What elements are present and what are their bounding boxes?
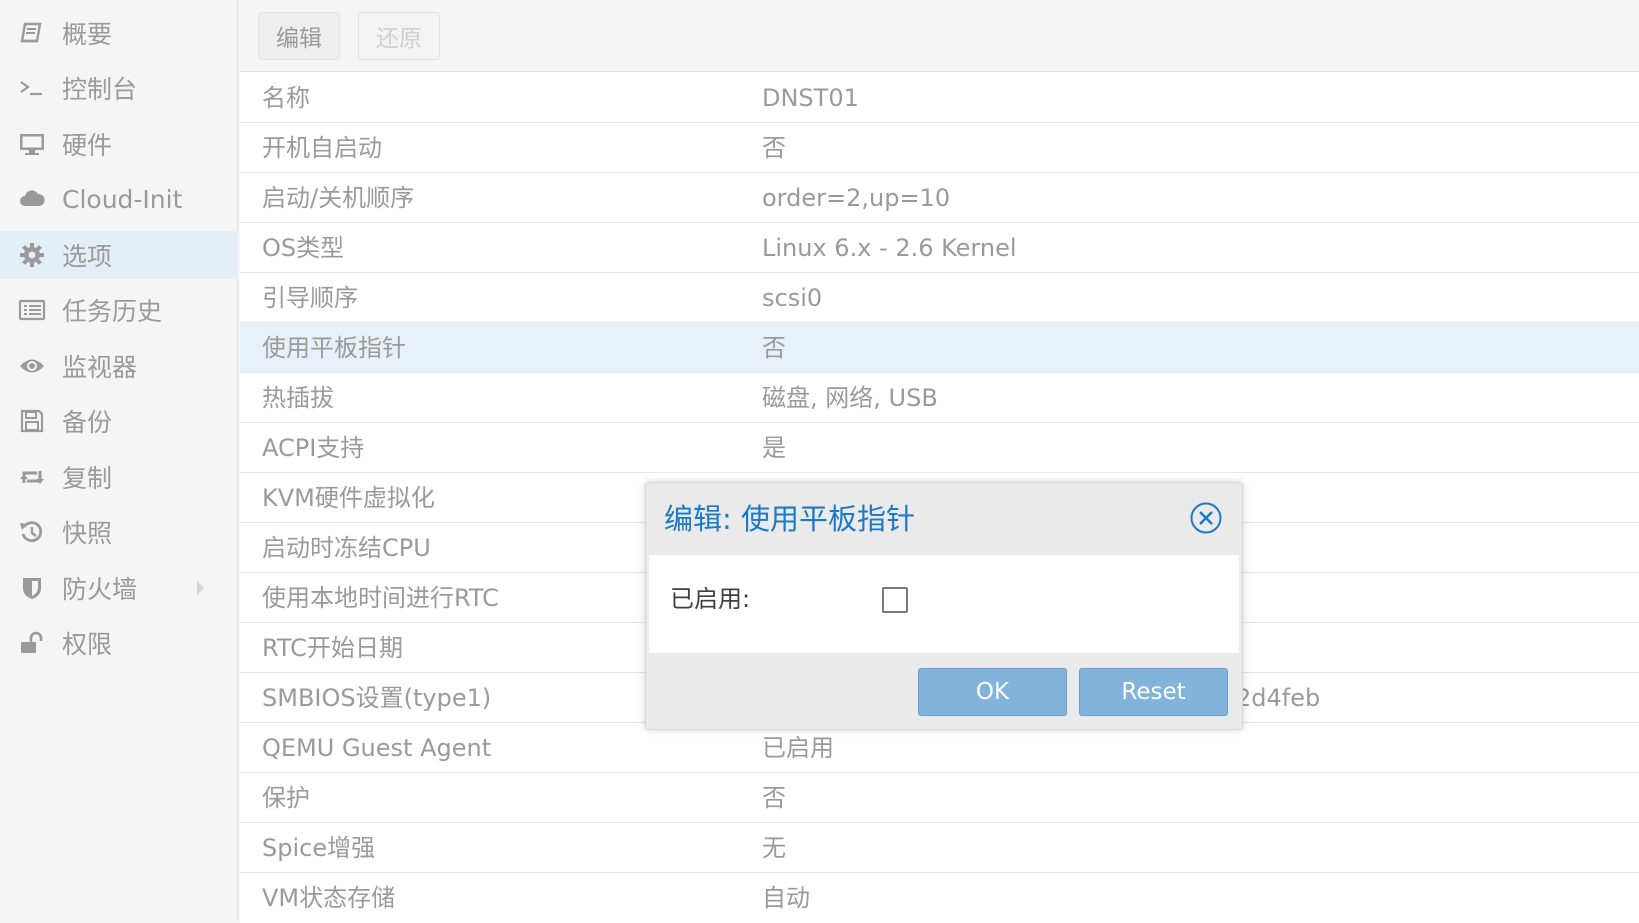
terminal-icon (17, 73, 47, 103)
option-value: 否 (762, 334, 786, 362)
option-key: 使用平板指针 (262, 334, 406, 362)
sidebar-item-label: 监视器 (62, 353, 138, 382)
option-value: Linux 6.x - 2.6 Kernel (762, 234, 1017, 262)
table-row[interactable]: 热插拔 磁盘, 网络, USB (240, 373, 1639, 423)
edit-dialog: 编辑: 使用平板指针 已启用: OK Reset (645, 482, 1243, 730)
option-key: 引导顺序 (262, 284, 358, 312)
option-key: 启动/关机顺序 (262, 184, 415, 212)
table-row[interactable]: Spice增强 无 (240, 823, 1639, 873)
enabled-checkbox[interactable] (882, 587, 908, 613)
sidebar-item-label: 硬件 (62, 131, 113, 160)
history-icon (17, 517, 47, 547)
shield-icon (17, 573, 47, 603)
sidebar-item-task-history[interactable]: 任务历史 (0, 286, 238, 334)
revert-button[interactable]: 还原 (358, 12, 440, 60)
sidebar-item-options[interactable]: 选项 (0, 231, 238, 279)
sidebar-item-label: 控制台 (62, 75, 138, 104)
sidebar-item-label: 备份 (62, 408, 113, 437)
option-value: 否 (762, 134, 786, 162)
option-value: scsi0 (762, 284, 823, 312)
option-key: 热插拔 (262, 384, 334, 412)
dialog-title: 编辑: 使用平板指针 (664, 502, 915, 536)
sidebar-item-hardware[interactable]: 硬件 (0, 120, 238, 168)
cloud-icon (17, 184, 47, 214)
reset-button[interactable]: Reset (1079, 668, 1228, 716)
sidebar: 概要 控制台 硬件 Cloud-Init 选项 任务历史 监视器 备份 复制 快… (0, 0, 238, 920)
option-value: 自动 (762, 884, 810, 912)
sidebar-item-permissions[interactable]: 权限 (0, 619, 238, 667)
option-value: 2d4feb (1236, 684, 1321, 712)
table-row[interactable]: OS类型 Linux 6.x - 2.6 Kernel (240, 223, 1639, 273)
table-row[interactable]: 开机自启动 否 (240, 123, 1639, 173)
sidebar-item-monitor[interactable]: 监视器 (0, 342, 238, 390)
table-row[interactable]: ACPI支持 是 (240, 423, 1639, 473)
dialog-body: 已启用: (649, 555, 1239, 653)
option-key: 启动时冻结CPU (262, 534, 431, 562)
table-row-selected[interactable]: 使用平板指针 否 (240, 323, 1639, 373)
option-value: 无 (762, 834, 786, 862)
sidebar-item-firewall[interactable]: 防火墙 (0, 564, 238, 612)
option-key: SMBIOS设置(type1) (262, 684, 492, 712)
table-row[interactable]: 启动/关机顺序 order=2,up=10 (240, 173, 1639, 223)
option-key: 开机自启动 (262, 134, 382, 162)
option-key: OS类型 (262, 234, 345, 262)
sidebar-item-snapshots[interactable]: 快照 (0, 508, 238, 556)
sidebar-item-label: Cloud-Init (62, 184, 183, 214)
option-value: order=2,up=10 (762, 184, 951, 212)
sidebar-item-label: 防火墙 (62, 575, 138, 604)
option-key: 使用本地时间进行RTC (262, 584, 499, 612)
table-row[interactable]: VM状态存储 自动 (240, 873, 1639, 923)
toolbar: 编辑 还原 (240, 0, 1639, 72)
sidebar-item-label: 权限 (62, 630, 113, 659)
option-value: 已启用 (762, 734, 834, 762)
table-row[interactable]: 名称 DNST01 (240, 73, 1639, 123)
sidebar-item-label: 选项 (62, 242, 113, 271)
sidebar-item-cloud-init[interactable]: Cloud-Init (0, 175, 238, 223)
sidebar-item-label: 快照 (62, 519, 113, 548)
option-key: 保护 (262, 784, 310, 812)
options-panel: 编辑 还原 名称 DNST01 开机自启动 否 启动/关机顺序 order=2,… (240, 0, 1639, 923)
ok-button[interactable]: OK (918, 668, 1067, 716)
monitor-icon (17, 129, 47, 159)
option-key: RTC开始日期 (262, 634, 403, 662)
option-value: 磁盘, 网络, USB (762, 384, 938, 412)
sidebar-item-label: 概要 (62, 20, 113, 49)
close-icon[interactable] (1189, 501, 1223, 535)
chevron-right-icon[interactable] (197, 581, 204, 595)
option-key: 名称 (262, 84, 310, 112)
gear-icon (17, 240, 47, 270)
option-key: ACPI支持 (262, 434, 365, 462)
floppy-icon (17, 406, 47, 436)
option-value: 否 (762, 784, 786, 812)
option-value: 是 (762, 434, 786, 462)
table-row[interactable]: 引导顺序 scsi0 (240, 273, 1639, 323)
table-row[interactable]: 保护 否 (240, 773, 1639, 823)
sidebar-item-backup[interactable]: 备份 (0, 397, 238, 445)
edit-button[interactable]: 编辑 (258, 12, 340, 60)
book-icon (17, 18, 47, 48)
eye-icon (17, 351, 47, 381)
option-key: QEMU Guest Agent (262, 734, 492, 762)
option-value: DNST01 (762, 84, 859, 112)
option-key: KVM硬件虚拟化 (262, 484, 435, 512)
option-key: Spice增强 (262, 834, 376, 862)
retweet-icon (17, 462, 47, 492)
sidebar-item-summary[interactable]: 概要 (0, 9, 238, 57)
table-row[interactable]: QEMU Guest Agent 已启用 (240, 723, 1639, 773)
sidebar-item-label: 复制 (62, 464, 113, 493)
list-icon (17, 295, 47, 325)
unlock-icon (17, 628, 47, 658)
sidebar-item-replication[interactable]: 复制 (0, 453, 238, 501)
enabled-label: 已启用: (670, 585, 751, 613)
option-key: VM状态存储 (262, 884, 396, 912)
sidebar-item-console[interactable]: 控制台 (0, 64, 238, 112)
sidebar-item-label: 任务历史 (62, 297, 163, 326)
